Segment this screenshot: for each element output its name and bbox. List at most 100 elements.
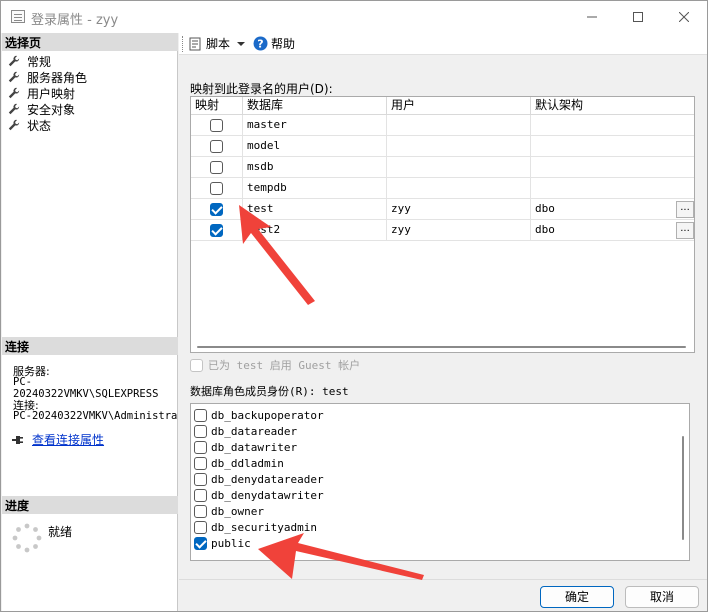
close-icon <box>679 12 689 22</box>
page-item-server-roles[interactable]: 服务器角色 <box>8 69 87 85</box>
mapping-row[interactable]: test zyy dbo... <box>191 199 694 220</box>
script-icon <box>189 37 201 50</box>
browse-schema-button[interactable]: ... <box>676 222 694 239</box>
role-label: db_owner <box>211 504 264 518</box>
map-cell <box>191 199 243 220</box>
guest-label: 已为 test 启用 Guest 帐户 <box>208 359 361 372</box>
toolbar-grip <box>182 36 185 52</box>
role-label: db_ddladmin <box>211 456 284 470</box>
ok-button[interactable]: 确定 <box>540 586 614 608</box>
close-button[interactable] <box>661 1 707 33</box>
column-header-map[interactable]: 映射 <box>191 97 243 115</box>
map-checkbox[interactable] <box>210 182 223 195</box>
minimize-button[interactable] <box>569 1 615 33</box>
user-cell[interactable]: zyy <box>387 199 531 220</box>
map-cell <box>191 178 243 199</box>
help-label: 帮助 <box>271 37 296 51</box>
progress-header: 进度 <box>2 496 178 514</box>
scrollbar-thumb[interactable] <box>197 346 686 348</box>
role-item[interactable]: db_securityadmin <box>194 519 317 535</box>
minimize-icon <box>587 16 597 18</box>
help-button[interactable]: ? 帮助 <box>253 35 295 52</box>
schema-cell[interactable] <box>531 157 694 178</box>
database-cell: test2 <box>243 220 387 241</box>
user-cell[interactable] <box>387 115 531 136</box>
role-label: db_backupoperator <box>211 408 324 422</box>
role-item[interactable]: db_ddladmin <box>194 455 284 471</box>
page-item-status[interactable]: 状态 <box>8 117 51 133</box>
page-item-securables[interactable]: 安全对象 <box>8 101 75 117</box>
toolbar: 脚本 ? 帮助 <box>179 33 707 55</box>
database-cell: test <box>243 199 387 220</box>
mapping-row[interactable]: test2 zyy dbo... <box>191 220 694 241</box>
role-item[interactable]: db_datareader <box>194 423 297 439</box>
user-cell[interactable]: zyy <box>387 220 531 241</box>
vertical-scrollbar[interactable] <box>682 436 684 540</box>
page-item-label: 常规 <box>27 54 52 69</box>
role-checkbox[interactable] <box>194 456 207 470</box>
window-icon <box>11 10 25 23</box>
role-item[interactable]: db_denydatareader <box>194 471 324 487</box>
user-cell[interactable] <box>387 178 531 199</box>
page-item-label: 安全对象 <box>27 102 76 117</box>
script-label: 脚本 <box>206 37 231 51</box>
login-properties-window: 登录属性 - zyy 选择页 常规 服务器角色 用户映射 安全对象 状态 连接 … <box>0 0 708 612</box>
role-checkbox[interactable] <box>194 488 207 502</box>
database-cell: model <box>243 136 387 157</box>
connection-header: 连接 <box>2 337 178 355</box>
cancel-button[interactable]: 取消 <box>625 586 699 608</box>
schema-cell[interactable]: dbo <box>531 199 694 220</box>
map-checkbox[interactable] <box>210 224 223 237</box>
role-item[interactable]: db_backupoperator <box>194 407 324 423</box>
column-header-database[interactable]: 数据库 <box>243 97 387 115</box>
page-item-user-mapping[interactable]: 用户映射 <box>8 85 75 101</box>
wrench-icon <box>8 71 20 83</box>
svg-text:?: ? <box>257 38 263 51</box>
map-checkbox[interactable] <box>210 161 223 174</box>
role-item[interactable]: db_datawriter <box>194 439 297 455</box>
guest-account-option: 已为 test 启用 Guest 帐户 <box>190 357 360 373</box>
mapping-row[interactable]: msdb <box>191 157 694 178</box>
user-mapping-grid: 映射 数据库 用户 默认架构 master model msdb tempdb test… <box>190 96 695 353</box>
user-cell[interactable] <box>387 136 531 157</box>
role-checkbox[interactable] <box>194 424 207 438</box>
map-checkbox[interactable] <box>210 140 223 153</box>
mapping-row[interactable]: model <box>191 136 694 157</box>
role-item[interactable]: public <box>194 535 251 551</box>
role-item[interactable]: db_owner <box>194 503 264 519</box>
schema-cell[interactable]: dbo <box>531 220 694 241</box>
mapping-row[interactable]: master <box>191 115 694 136</box>
horizontal-scrollbar[interactable] <box>191 343 694 352</box>
schema-cell[interactable] <box>531 136 694 157</box>
page-item-label: 状态 <box>27 118 52 133</box>
schema-cell[interactable] <box>531 115 694 136</box>
schema-cell[interactable] <box>531 178 694 199</box>
mapping-row[interactable]: tempdb <box>191 178 694 199</box>
role-checkbox[interactable] <box>194 536 207 550</box>
role-checkbox[interactable] <box>194 520 207 534</box>
progress-status: 就绪 <box>48 525 73 539</box>
browse-schema-button[interactable]: ... <box>676 201 694 218</box>
page-item-label: 用户映射 <box>27 86 76 101</box>
user-cell[interactable] <box>387 157 531 178</box>
column-header-user[interactable]: 用户 <box>387 97 531 115</box>
role-checkbox[interactable] <box>194 504 207 518</box>
database-cell: msdb <box>243 157 387 178</box>
page-item-general[interactable]: 常规 <box>8 53 51 69</box>
right-pane: 脚本 ? 帮助 映射到此登录名的用户(D): 映射 数据库 用户 默认架构 ma… <box>179 33 707 611</box>
role-checkbox[interactable] <box>194 472 207 486</box>
select-page-header: 选择页 <box>2 33 178 51</box>
maximize-button[interactable] <box>615 1 661 33</box>
column-header-default-schema[interactable]: 默认架构 <box>531 97 694 115</box>
script-button[interactable]: 脚本 <box>188 35 246 52</box>
left-pane: 选择页 常规 服务器角色 用户映射 安全对象 状态 连接 服务器: PC-202… <box>2 33 178 611</box>
role-item[interactable]: db_denydatawriter <box>194 487 324 503</box>
role-checkbox[interactable] <box>194 440 207 454</box>
role-checkbox[interactable] <box>194 408 207 422</box>
window-title: 登录属性 - zyy <box>31 13 119 28</box>
role-label: db_denydatawriter <box>211 488 324 502</box>
map-checkbox[interactable] <box>210 119 223 132</box>
map-checkbox[interactable] <box>210 203 223 216</box>
view-connection-properties-link[interactable]: 查看连接属性 <box>32 431 104 448</box>
dialog-footer: 确定 取消 <box>179 579 707 611</box>
